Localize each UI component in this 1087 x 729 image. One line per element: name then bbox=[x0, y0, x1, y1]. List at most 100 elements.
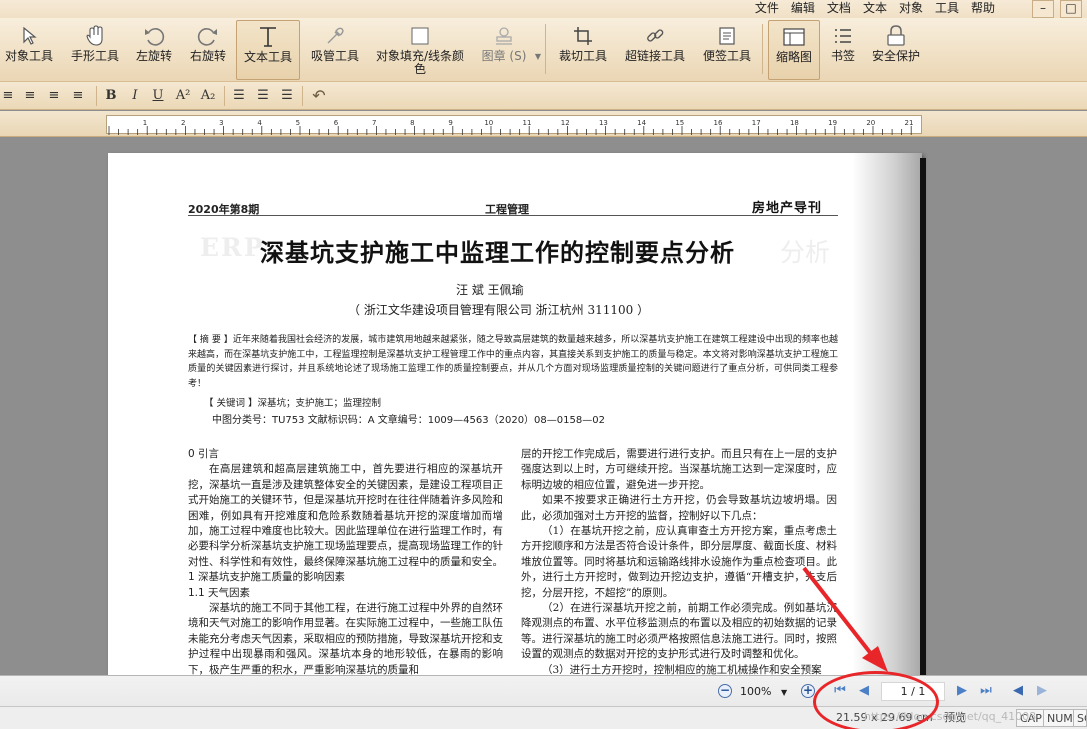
ruler-label: 12 bbox=[561, 119, 570, 127]
ruler-area: 1 2 3 4 5 6 7 8 9 10 11 12 13 14 15 16 17 18 19 20 21 bbox=[0, 111, 1087, 137]
format-divider bbox=[302, 86, 303, 106]
thumbnail-button[interactable]: 缩略图 bbox=[768, 20, 820, 80]
text-cursor-icon bbox=[255, 24, 281, 50]
toolbar-divider bbox=[545, 24, 546, 74]
toolbar-divider bbox=[762, 24, 763, 74]
ruler-label: 21 bbox=[905, 119, 914, 127]
menu-object[interactable]: 对象 bbox=[893, 0, 929, 18]
underline-button[interactable]: U bbox=[150, 87, 166, 105]
hyperlink-tool-button[interactable]: 超链接工具 bbox=[622, 20, 688, 80]
eyedropper-tool-button[interactable]: 吸管工具 bbox=[308, 20, 362, 80]
stamp-dropdown-chevron-icon[interactable]: ▼ bbox=[534, 48, 542, 66]
page-fold-shadow bbox=[852, 153, 922, 675]
menu-tools[interactable]: 工具 bbox=[929, 0, 965, 18]
next-page-icon[interactable]: ▶ bbox=[954, 684, 970, 698]
hand-tool-button[interactable]: 手形工具 bbox=[66, 20, 124, 80]
align-right-icon[interactable]: ≡ bbox=[46, 87, 62, 105]
paragraph: （2）在进行深基坑开挖之前，前期工作必须完成。例如基坑沉降观测点的布置、水平位移… bbox=[521, 602, 837, 661]
menu-bar: 文件 编辑 文档 文本 对象 工具 帮助 – □ bbox=[0, 0, 1087, 18]
subscript-button[interactable]: A₂ bbox=[198, 87, 218, 105]
line-spacing-2-icon[interactable]: ☰ bbox=[254, 87, 272, 105]
align-left-icon[interactable]: ≡ bbox=[0, 87, 16, 105]
page-number-input[interactable]: 1 / 1 bbox=[881, 682, 945, 701]
menu-edit[interactable]: 编辑 bbox=[785, 0, 821, 18]
line-spacing-3-icon[interactable]: ☰ bbox=[278, 87, 296, 105]
menu-list: 文件 编辑 文档 文本 对象 工具 帮助 bbox=[749, 0, 1001, 18]
sticky-note-tool-button[interactable]: 便签工具 bbox=[700, 20, 754, 80]
ruler-label: 14 bbox=[637, 119, 646, 127]
forward-view-icon[interactable]: ▶ bbox=[1034, 684, 1050, 698]
ruler-label: 16 bbox=[714, 119, 723, 127]
thumbnail-icon bbox=[781, 24, 807, 50]
ruler-label: 11 bbox=[523, 119, 532, 127]
rotate-left-icon bbox=[141, 23, 167, 49]
sticky-note-icon bbox=[714, 23, 740, 49]
hand-icon bbox=[82, 23, 108, 49]
ruler-label: 2 bbox=[181, 119, 185, 127]
menu-help[interactable]: 帮助 bbox=[965, 0, 1001, 18]
paragraph: 层的开挖工作完成后，需要进行进行支护。而且只有在上一层的支护强度达到以上时，方可… bbox=[521, 448, 837, 491]
section-heading: 0 引言 bbox=[188, 448, 220, 460]
stamp-tool-button[interactable]: 图章 (S) bbox=[476, 20, 532, 80]
minimize-button[interactable]: – bbox=[1032, 0, 1054, 18]
zoom-value: 100% bbox=[740, 685, 772, 698]
undo-icon[interactable]: ↶ bbox=[308, 87, 330, 105]
ruler-label: 4 bbox=[257, 119, 262, 127]
zoom-level[interactable]: 100% ▼ bbox=[740, 683, 790, 701]
crop-tool-button[interactable]: 裁切工具 bbox=[556, 20, 610, 80]
ruler-label: 18 bbox=[790, 119, 799, 127]
eyedropper-icon bbox=[322, 23, 348, 49]
object-tool-button[interactable]: 对象工具 bbox=[2, 20, 56, 80]
watermark-text: 分析 bbox=[780, 238, 831, 267]
rotate-left-button[interactable]: 左旋转 bbox=[132, 20, 176, 80]
first-page-icon[interactable]: ⏮ bbox=[832, 684, 848, 698]
page-edge bbox=[920, 158, 926, 675]
bold-button[interactable]: B bbox=[103, 87, 119, 105]
zoom-in-button[interactable]: + bbox=[801, 684, 815, 698]
article-title: 深基坑支护施工中监理工作的控制要点分析 bbox=[260, 238, 735, 267]
ruler-label: 10 bbox=[484, 119, 493, 127]
fill-color-button[interactable]: 对象填充/线条颜色 bbox=[372, 20, 468, 80]
stamp-icon bbox=[491, 23, 517, 49]
ruler-label: 7 bbox=[372, 119, 376, 127]
horizontal-ruler[interactable]: 1 2 3 4 5 6 7 8 9 10 11 12 13 14 15 16 17 18 19 20 21 bbox=[106, 115, 922, 135]
align-justify-icon[interactable]: ≡ bbox=[70, 87, 86, 105]
arrow-cursor-icon bbox=[16, 23, 42, 49]
zoom-out-button[interactable]: − bbox=[718, 684, 732, 698]
rotate-right-icon bbox=[195, 23, 221, 49]
italic-button[interactable]: I bbox=[127, 87, 143, 105]
bookmark-button[interactable]: 书签 bbox=[826, 20, 860, 80]
menu-file[interactable]: 文件 bbox=[749, 0, 785, 18]
main-toolbar: 对象工具 手形工具 左旋转 右旋转 文本工具 吸管工具 对象填充/线条颜色 图章… bbox=[0, 18, 1087, 82]
article-authors: 汪 斌 王佩瑜 bbox=[456, 283, 524, 297]
superscript-button[interactable]: A² bbox=[173, 87, 193, 105]
line-spacing-1-icon[interactable]: ☰ bbox=[230, 87, 248, 105]
ruler-label: 9 bbox=[448, 119, 452, 127]
ruler-ticks: 1 2 3 4 5 6 7 8 9 10 11 12 13 14 15 16 17 18 19 20 21 bbox=[108, 119, 914, 135]
menu-document[interactable]: 文档 bbox=[821, 0, 857, 18]
document-workspace[interactable]: ERP 分析 2020年第8期 工程管理 房地产导刊 深基坑支护施工中监理工作的… bbox=[0, 138, 1087, 675]
rotate-right-button[interactable]: 右旋转 bbox=[186, 20, 230, 80]
align-center-icon[interactable]: ≡ bbox=[22, 87, 38, 105]
previous-page-icon[interactable]: ◀ bbox=[856, 684, 872, 698]
article-keywords: 【 关键词 】深基坑；支护施工；监理控制 bbox=[204, 398, 382, 409]
back-view-icon[interactable]: ◀ bbox=[1010, 684, 1026, 698]
zoom-dropdown-icon[interactable]: ▼ bbox=[781, 688, 787, 697]
format-divider bbox=[224, 86, 225, 106]
last-page-icon[interactable]: ⏭ bbox=[978, 684, 994, 698]
paragraph: （3）进行土方开挖时，控制相应的施工机械操作和安全预案 bbox=[542, 663, 822, 675]
num-lock-indicator: NUM bbox=[1043, 709, 1077, 727]
restore-button[interactable]: □ bbox=[1060, 0, 1082, 18]
blog-watermark: https://blog.csdn.net/qq_41008 bbox=[864, 710, 1037, 723]
article-affiliation: （ 浙江文华建设项目管理有限公司 浙江杭州 311100 ） bbox=[348, 303, 650, 317]
ruler-label: 13 bbox=[599, 119, 608, 127]
journal-logo: 房地产导刊 bbox=[752, 201, 823, 216]
paragraph: 如果不按要求正确进行土方开挖，仍会导致基坑边坡坍塌。因此，必须加强对土方开挖的监… bbox=[521, 494, 837, 522]
format-divider bbox=[96, 86, 97, 106]
text-tool-button[interactable]: 文本工具 bbox=[236, 20, 300, 80]
paragraph: 在高层建筑和超高层建筑施工中，首先要进行相应的深基坑开挖，深基坑一直是涉及建筑整… bbox=[188, 463, 503, 568]
hyperlink-icon bbox=[642, 23, 668, 49]
document-page[interactable]: ERP 分析 2020年第8期 工程管理 房地产导刊 深基坑支护施工中监理工作的… bbox=[108, 153, 922, 675]
security-button[interactable]: 安全保护 bbox=[868, 20, 924, 80]
menu-text[interactable]: 文本 bbox=[857, 0, 893, 18]
